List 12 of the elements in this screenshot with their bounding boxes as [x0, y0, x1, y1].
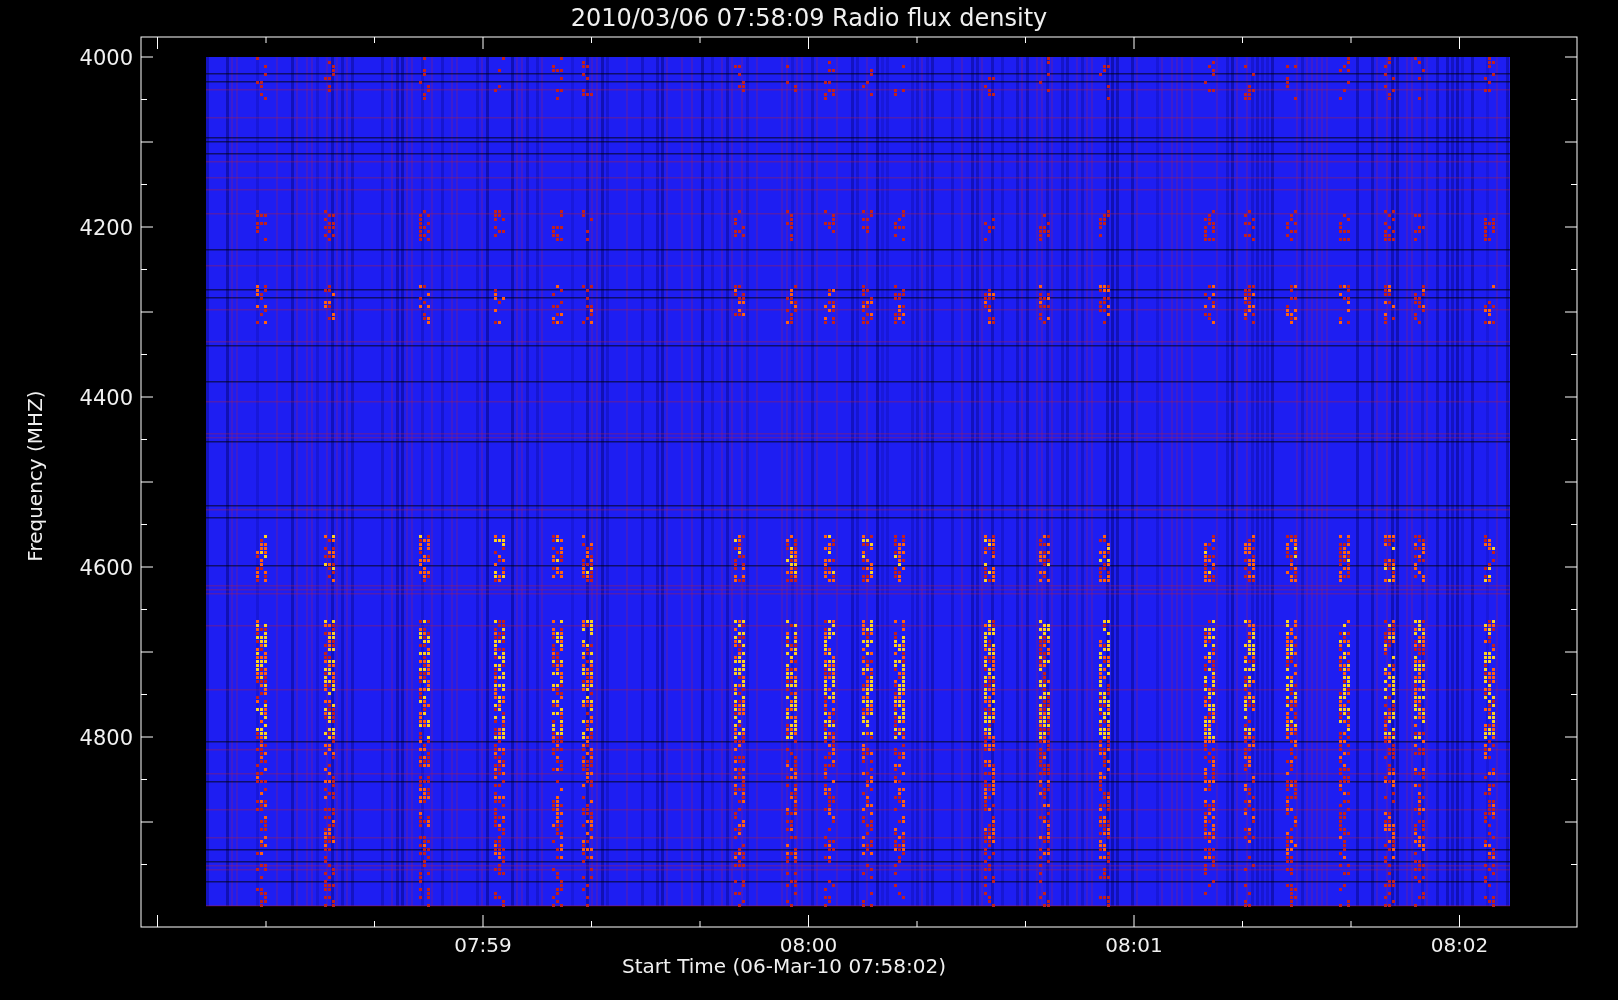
x-tick-label: 08:02 [1430, 933, 1489, 956]
y-axis-label: Frequency (MHZ) [22, 390, 48, 562]
x-axis-label: Start Time (06-Mar-10 07:58:02) [621, 956, 947, 976]
x-tick-label: 07:59 [454, 933, 512, 956]
x-tick-label: 08:00 [779, 933, 838, 956]
y-tick-label: 4800 [79, 726, 133, 750]
y-tick-label: 4400 [79, 386, 133, 410]
plot-title: 2010/03/06 07:58:09 Radio flux density [570, 6, 1048, 30]
y-tick-label: 4600 [79, 556, 133, 580]
y-tick-label: 4200 [79, 216, 133, 240]
y-tick-label: 4000 [79, 46, 133, 70]
x-tick-label: 08:01 [1105, 933, 1163, 956]
